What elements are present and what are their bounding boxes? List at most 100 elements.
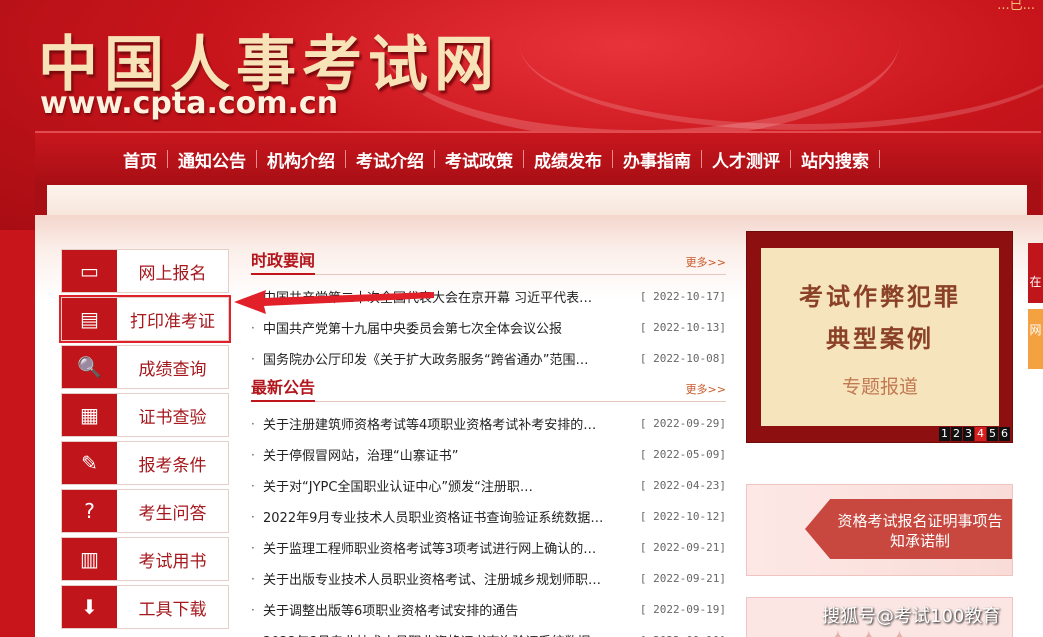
- news-list: · 中国共产党第二十次全国代表大会在京开幕 习近平代表… [ 2022-10-17]…: [251, 281, 726, 374]
- question-icon: ?: [62, 490, 117, 532]
- list-item[interactable]: · 中国共产党第十九届中央委员会第七次全体会议公报 [ 2022-10-13]: [251, 312, 726, 343]
- notices-section-title: 最新公告: [251, 374, 316, 402]
- list-item[interactable]: · 中国共产党第二十次全国代表大会在京开幕 习近平代表… [ 2022-10-17]: [251, 281, 726, 312]
- nav-item[interactable]: 考试介绍: [346, 147, 434, 172]
- site-url: www.cpta.com.cn: [40, 86, 339, 121]
- list-item[interactable]: · 关于注册建筑师资格考试等4项职业资格考试补考安排的… [ 2022-09-29]: [251, 408, 726, 439]
- list-item-date: [ 2022-04-23]: [639, 479, 726, 492]
- list-item-title: 关于对“JYPC全国职业认证中心”颁发“注册职…: [263, 480, 533, 495]
- sidebar-item[interactable]: ▭ 网上报名: [61, 249, 229, 293]
- list-item-title: 2022年9月专业技术人员职业资格证书查询验证系统数据…: [263, 511, 604, 526]
- nav-item[interactable]: 首页: [113, 147, 167, 172]
- list-item-date: [ 2022-09-19]: [639, 603, 726, 616]
- quick-links-sidebar: ▭ 网上报名 ▤ 打印准考证 🔍 成绩查询 ▦ 证书查验 ✎ 报考条件? 考生问答 ▥ 考试用书 ⬇ 工具下…: [59, 249, 231, 633]
- sidebar-item-label: 成绩查询: [138, 359, 207, 380]
- commitment-banner-text: 资格考试报名证明事项告知承诺制: [837, 512, 1003, 550]
- pager-button[interactable]: 6: [999, 427, 1010, 441]
- right-float-tab-1[interactable]: 在: [1028, 243, 1043, 303]
- bullet-icon: ·: [251, 571, 255, 586]
- sidebar-item[interactable]: ▦ 证书查验: [61, 393, 229, 437]
- pager-button[interactable]: 3: [963, 427, 974, 441]
- nav-item[interactable]: 办事指南: [613, 147, 701, 172]
- list-item-date: [ 2022-05-09]: [639, 448, 726, 461]
- sidebar-item-label: 考生问答: [138, 503, 207, 524]
- banner-subtitle: 专题报道: [841, 375, 918, 398]
- bullet-icon: ·: [251, 320, 255, 335]
- list-item-date: [ 2022-10-12]: [639, 510, 726, 523]
- list-item-title: 国务院办公厅印发《关于扩大政务服务“跨省通办”范围…: [263, 353, 589, 368]
- right-float-tab-2[interactable]: 网: [1028, 309, 1043, 369]
- sidebar-item[interactable]: 🔍 成绩查询: [61, 345, 229, 389]
- monitor-icon: ▭: [62, 250, 117, 292]
- list-item-date: [ 2022-10-08]: [639, 352, 726, 365]
- bullet-icon: ·: [251, 351, 255, 366]
- pager-button[interactable]: 4: [975, 427, 986, 441]
- list-item-title: 中国共产党第二十次全国代表大会在京开幕 习近平代表…: [263, 291, 593, 306]
- pager-button[interactable]: 1: [939, 427, 950, 441]
- list-item-date: [ 2022-10-13]: [639, 321, 726, 334]
- sidebar-item-label: 报考条件: [138, 455, 207, 476]
- nav-item[interactable]: 站内搜索: [791, 147, 879, 172]
- list-item[interactable]: · 关于对“JYPC全国职业认证中心”颁发“注册职… [ 2022-04-23]: [251, 470, 726, 501]
- nav-item[interactable]: 机构介绍: [257, 147, 345, 172]
- banner-card: 考试作弊犯罪 典型案例 专题报道: [761, 248, 999, 426]
- nav-item[interactable]: 人才测评: [702, 147, 790, 172]
- sidebar-item[interactable]: ▥ 考试用书: [61, 537, 229, 581]
- top-right-link[interactable]: ...已...: [997, 0, 1035, 13]
- list-item-date: [ 2022-10-17]: [639, 290, 726, 303]
- news-section-title: 时政要闻: [251, 247, 316, 275]
- sidebar-item[interactable]: ⬇ 工具下载: [61, 585, 229, 629]
- pager-button[interactable]: 5: [987, 427, 998, 441]
- list-item[interactable]: · 关于出版专业技术人员职业资格考试、注册城乡规划师职… [ 2022-09-21]: [251, 563, 726, 594]
- list-item-title: 中国共产党第十九届中央委员会第七次全体会议公报: [263, 322, 563, 337]
- news-section-header: 时政要闻 更多>>: [251, 249, 726, 275]
- list-item[interactable]: · 关于监理工程师职业资格考试等3项考试进行网上确认的… [ 2022-09-21]: [251, 532, 726, 563]
- download-icon: ⬇: [62, 586, 117, 628]
- bullet-icon: ·: [251, 478, 255, 493]
- sidebar-item[interactable]: ✎ 报考条件: [61, 441, 229, 485]
- main-nav: 首页 通知公告 机构介绍 考试介绍 考试政策 成绩发布 办事指南 人才测评 站内搜索: [35, 131, 1041, 185]
- commitment-banner[interactable]: 资格考试报名证明事项告知承诺制: [746, 484, 1013, 576]
- sub-bar-inner: [47, 185, 1027, 215]
- list-item[interactable]: · 2022年9月专业技术人员职业资格证书查询验证系统数据… [ 2022-10-1…: [251, 501, 726, 532]
- sidebar-item-label: 工具下载: [138, 599, 207, 620]
- sidebar-item-label: 证书查验: [138, 407, 207, 428]
- list-item-title: 关于注册建筑师资格考试等4项职业资格考试补考安排的…: [263, 418, 597, 433]
- exam-fraud-banner[interactable]: 考试作弊犯罪 典型案例 专题报道 123456: [746, 231, 1013, 443]
- list-item[interactable]: · 关于调整出版等6项职业资格考试安排的通告 [ 2022-09-19]: [251, 594, 726, 625]
- list-item-title: 关于监理工程师职业资格考试等3项考试进行网上确认的…: [263, 542, 597, 557]
- list-item-date: [ 2022-09-21]: [639, 541, 726, 554]
- notices-list: · 关于注册建筑师资格考试等4项职业资格考试补考安排的… [ 2022-09-29]…: [251, 408, 726, 637]
- watermark: 搜狐号@考试100教育: [822, 606, 1001, 627]
- banner-line-2: 典型案例: [826, 324, 934, 353]
- bullet-icon: ·: [251, 416, 255, 431]
- nav-item[interactable]: 考试政策: [435, 147, 523, 172]
- bullet-icon: ·: [251, 509, 255, 524]
- list-item-title: 2022年8月专业技术人员职业资格证书查询验证系统数据…: [263, 631, 638, 637]
- news-column: 时政要闻 更多>> · 中国共产党第二十次全国代表大会在京开幕 习近平代表… [ 2…: [251, 249, 726, 637]
- list-item[interactable]: · 国务院办公厅印发《关于扩大政务服务“跨省通办”范围… [ 2022-10-08]: [251, 343, 726, 374]
- news-more-link[interactable]: 更多>>: [686, 254, 726, 274]
- nav-item[interactable]: 通知公告: [168, 147, 256, 172]
- sub-bar: [35, 185, 1041, 215]
- bullet-icon: ·: [251, 289, 255, 304]
- nav-item[interactable]: 成绩发布: [524, 147, 612, 172]
- books-icon: ▥: [62, 538, 117, 580]
- list-item[interactable]: ·2022年8月专业技术人员职业资格证书查询验证系统数据…[ 2022-09-1…: [251, 625, 726, 637]
- pager-button[interactable]: 2: [951, 427, 962, 441]
- list-item[interactable]: · 关于停假冒网站，治理“山寨证书” [ 2022-05-09]: [251, 439, 726, 470]
- sidebar-item[interactable]: ▤ 打印准考证: [59, 295, 231, 343]
- bullet-icon: ·: [251, 540, 255, 555]
- main-content: ▭ 网上报名 ▤ 打印准考证 🔍 成绩查询 ▦ 证书查验 ✎ 报考条件? 考生问答 ▥ 考试用书 ⬇ 工具下…: [35, 215, 1043, 637]
- bullet-icon: ·: [251, 447, 255, 462]
- tools-icon: ✎: [62, 442, 117, 484]
- sidebar-item[interactable]: ? 考生问答: [61, 489, 229, 533]
- certificate-icon: ▦: [62, 394, 117, 436]
- list-item-date: [ 2022-09-21]: [639, 572, 726, 585]
- nav-separator: [879, 150, 880, 168]
- notices-more-link[interactable]: 更多>>: [686, 381, 726, 401]
- list-item-date: [ 2022-09-29]: [639, 417, 726, 430]
- banner-pager: 123456: [938, 427, 1010, 441]
- sidebar-item-label: 打印准考证: [130, 311, 215, 332]
- list-item-title: 关于调整出版等6项职业资格考试安排的通告: [263, 604, 519, 619]
